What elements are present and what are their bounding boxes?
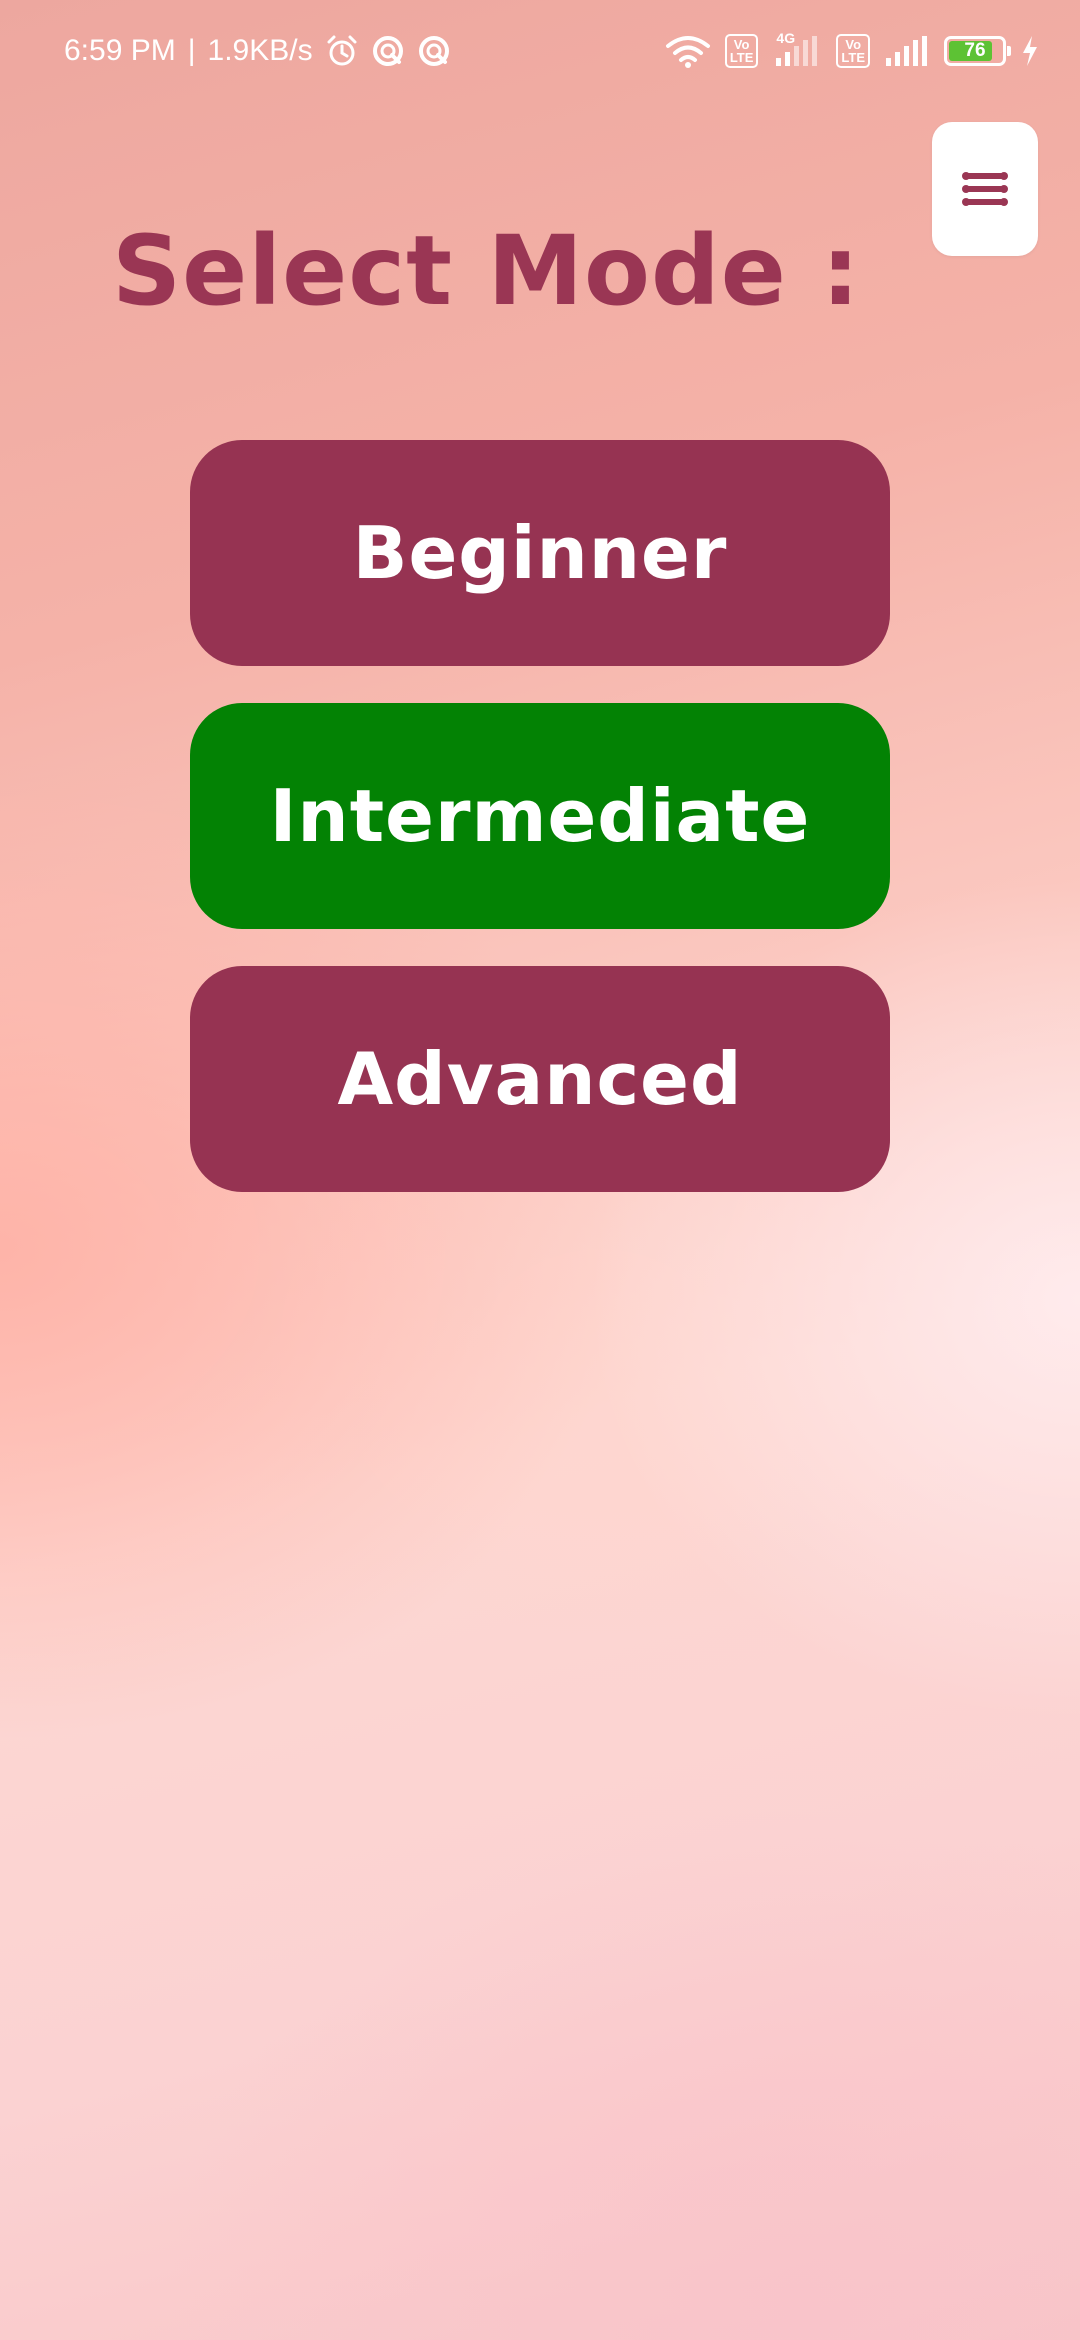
volte-badge-1: Vo LTE <box>724 34 759 68</box>
wifi-icon <box>665 36 710 68</box>
charging-icon <box>1023 36 1037 66</box>
advanced-mode-button[interactable]: Advanced <box>190 966 890 1192</box>
status-left: 6:59 PM | 1.9KB/s <box>64 28 451 74</box>
intermediate-mode-button[interactable]: Intermediate <box>190 703 890 929</box>
page-title: Select Mode : <box>112 215 861 327</box>
beginner-mode-button[interactable]: Beginner <box>190 440 890 666</box>
signal-bars-icon <box>776 36 818 66</box>
beginner-mode-label: Beginner <box>352 511 728 595</box>
intermediate-mode-label: Intermediate <box>269 774 811 858</box>
status-bar: 6:59 PM | 1.9KB/s Vo LTE 4G Vo LTE 76 <box>0 0 1080 100</box>
status-time: 6:59 PM <box>64 34 176 67</box>
vpn-icon-2 <box>418 36 449 66</box>
vpn-icon <box>372 36 403 66</box>
mode-select-screen: 6:59 PM | 1.9KB/s Vo LTE 4G Vo LTE 76 Se… <box>0 0 1080 2340</box>
menu-icon <box>962 172 1008 206</box>
menu-button[interactable] <box>932 122 1038 256</box>
status-right: Vo LTE 4G Vo LTE 76 <box>665 28 1040 74</box>
status-net-speed: 1.9KB/s <box>207 34 313 67</box>
battery-level-text: 76 <box>964 40 986 61</box>
signal-4g-indicator: 4G <box>772 30 822 68</box>
alarm-icon <box>327 35 357 66</box>
battery-indicator: 76 <box>944 36 1011 66</box>
volte-badge-2: Vo LTE <box>836 34 870 68</box>
advanced-mode-label: Advanced <box>337 1037 743 1121</box>
signal-bars-icon-2 <box>886 36 927 66</box>
status-separator: | <box>187 34 196 67</box>
